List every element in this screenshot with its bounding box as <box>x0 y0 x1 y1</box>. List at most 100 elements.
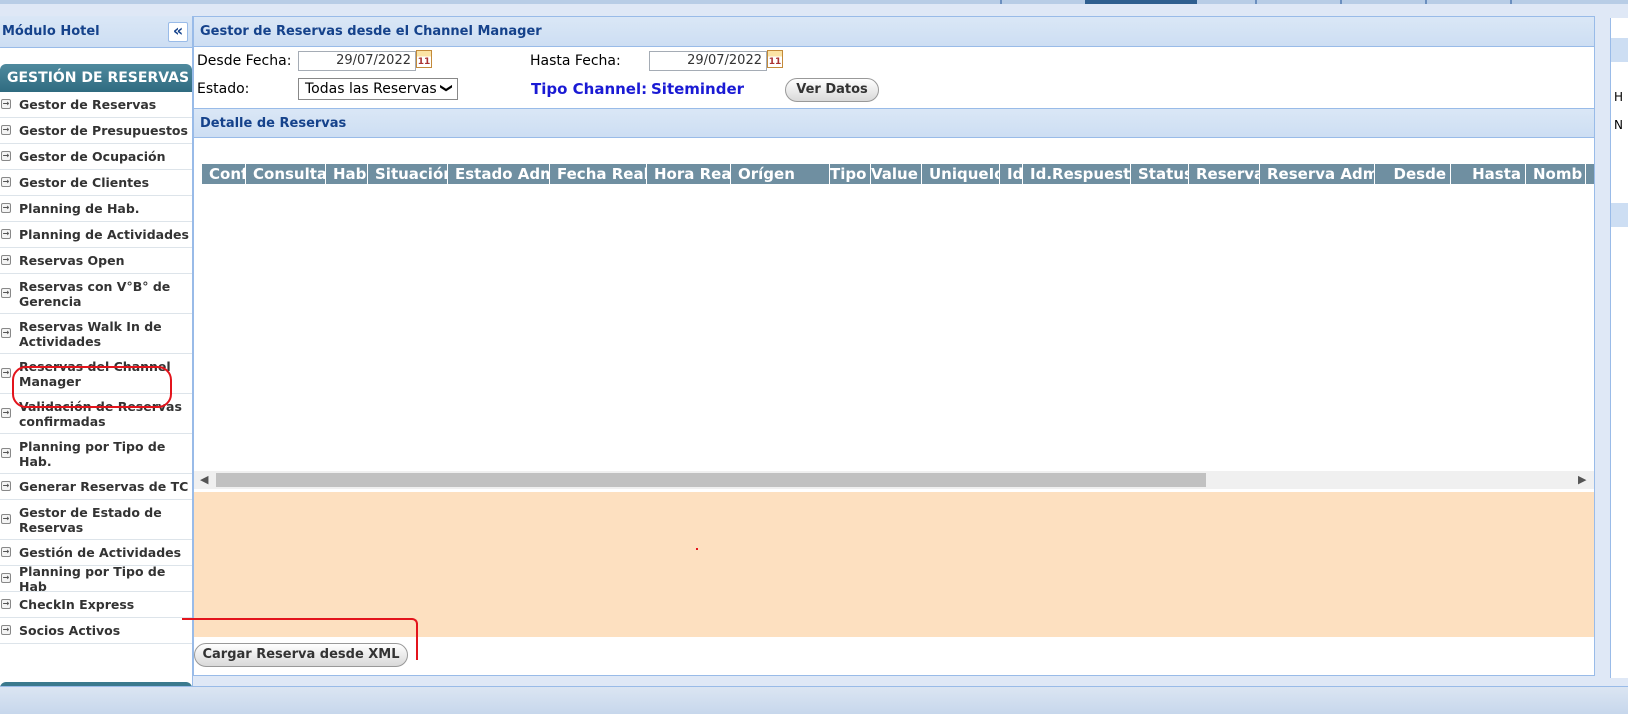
sidebar-item-label: Reservas del Channel Manager <box>19 358 171 389</box>
estado-select-value: Todas las Reservas <box>305 81 437 97</box>
tipo-channel-label: Tipo Channel: <box>531 80 648 98</box>
column-header[interactable]: Reserva Adm. <box>1260 164 1375 184</box>
sidebar-item-label: Socios Activos <box>19 623 121 638</box>
sidebar-item-label: Gestor de Reservas <box>19 97 157 112</box>
panel-header: Gestor de Reservas desde el Channel Mana… <box>194 17 1594 47</box>
calendar-icon[interactable]: 11 <box>767 50 783 68</box>
arrow-right-icon: → <box>1 546 11 557</box>
top-tab-divider <box>1340 0 1342 4</box>
detail-header: Detalle de Reservas <box>194 108 1594 138</box>
sidebar-item-label: Gestor de Ocupación <box>19 149 166 164</box>
sidebar-item-reservas-open[interactable]: → Reservas Open <box>0 248 192 274</box>
cargar-reserva-xml-button[interactable]: Cargar Reserva desde XML <box>194 643 408 667</box>
column-header[interactable]: Hora Real <box>647 164 731 184</box>
arrow-right-icon: → <box>1 98 11 109</box>
hasta-fecha-input[interactable]: 29/07/2022 <box>649 51 767 71</box>
sidebar-item-label: Planning de Hab. <box>19 201 140 216</box>
arrow-right-icon: → <box>1 447 11 458</box>
scroll-left-icon[interactable]: ◀ <box>200 473 208 486</box>
sidebar-item-planning-tipo-hab[interactable]: → Planning por Tipo de Hab. <box>0 434 192 474</box>
ver-datos-button[interactable]: Ver Datos <box>785 78 879 102</box>
sidebar-item-gestor-clientes[interactable]: → Gestor de Clientes <box>0 170 192 196</box>
right-panel-letter: N <box>1614 118 1623 132</box>
sidebar-item-validacion-reservas[interactable]: → Validación de Reservas confirmadas <box>0 394 192 434</box>
column-header[interactable]: Tipo <box>830 164 871 184</box>
estado-select[interactable]: Todas las Reservas ❯ <box>298 78 458 100</box>
column-header[interactable]: Nomb <box>1526 164 1586 184</box>
column-header[interactable]: Hasta <box>1451 164 1526 184</box>
sidebar-item-planning-tipo-hab-2[interactable]: → Planning por Tipo de Hab <box>0 563 192 594</box>
sidebar-item-gestor-ocupacion[interactable]: → Gestor de Ocupación <box>0 144 192 170</box>
sidebar-item-planning-hab[interactable]: → Planning de Hab. <box>0 196 192 222</box>
scrollbar-thumb[interactable] <box>216 473 1206 487</box>
sidebar-item-gestion-actividades[interactable]: → Gestión de Actividades <box>0 540 192 566</box>
estado-label: Estado: <box>197 81 250 97</box>
sidebar: Módulo Hotel « GESTIÓN DE RESERVAS → Gest… <box>0 16 193 686</box>
column-header[interactable]: Id <box>1000 164 1023 184</box>
arrow-right-icon: → <box>1 327 11 338</box>
red-dot <box>696 548 698 550</box>
column-header[interactable]: Conf <box>202 164 246 184</box>
column-header[interactable]: Fecha Real. <box>550 164 647 184</box>
top-tab-active[interactable] <box>1085 0 1197 4</box>
detail-title: Detalle de Reservas <box>200 116 347 131</box>
sidebar-item-label: CheckIn Express <box>19 597 135 612</box>
tipo-channel-value: Siteminder <box>651 80 745 98</box>
reservations-grid: Conf Consulta Hab. Situación Estado Adm … <box>194 138 1594 489</box>
sidebar-menu: → Gestor de Reservas → Gestor de Presupues… <box>0 92 192 644</box>
column-header[interactable]: Orígen <box>731 164 830 184</box>
xml-panel <box>194 492 1594 637</box>
sidebar-header: Módulo Hotel « <box>0 16 192 48</box>
desde-fecha-input[interactable]: 29/07/2022 <box>298 51 416 71</box>
sidebar-item-gestor-presupuestos[interactable]: → Gestor de Presupuestos <box>0 118 192 144</box>
arrow-right-icon: → <box>1 254 11 265</box>
grid-header-row: Conf Consulta Hab. Situación Estado Adm … <box>202 164 1594 184</box>
arrow-right-icon: → <box>1 287 11 298</box>
sidebar-item-socios-activos[interactable]: → Socios Activos <box>0 618 192 644</box>
top-tab-divider <box>1510 0 1512 4</box>
column-header[interactable]: Status <box>1131 164 1189 184</box>
column-header[interactable]: Situación <box>368 164 448 184</box>
column-header[interactable]: Consulta <box>246 164 326 184</box>
main-panel: Gestor de Reservas desde el Channel Mana… <box>193 16 1595 676</box>
sidebar-item-label: Gestor de Presupuestos <box>19 123 188 138</box>
scroll-right-icon[interactable]: ▶ <box>1578 473 1586 486</box>
sidebar-title: Módulo Hotel <box>2 24 100 39</box>
arrow-right-icon: → <box>1 124 11 135</box>
arrow-right-icon: → <box>1 572 11 583</box>
sidebar-item-gestor-reservas[interactable]: → Gestor de Reservas <box>0 92 192 118</box>
horizontal-scrollbar[interactable]: ◀ ▶ <box>194 471 1594 489</box>
desde-fecha-label: Desde Fecha: <box>197 53 292 69</box>
sidebar-item-label: Planning por Tipo de Hab. <box>19 438 166 469</box>
sidebar-item-label: Reservas con V°B° de Gerencia <box>19 278 171 309</box>
sidebar-item-generar-reservas-tc[interactable]: → Generar Reservas de TC <box>0 474 192 500</box>
column-header[interactable]: Id.Respuesta <box>1023 164 1131 184</box>
sidebar-item-reservas-vb-gerencia[interactable]: → Reservas con V°B° de Gerencia <box>0 274 192 314</box>
sidebar-item-label: Gestor de Estado de Reservas <box>19 504 162 535</box>
sidebar-item-planning-actividades[interactable]: → Planning de Actividades <box>0 222 192 248</box>
column-header[interactable]: UniqueId <box>922 164 1000 184</box>
column-header[interactable]: Reserva <box>1189 164 1260 184</box>
sidebar-item-checkin-express[interactable]: → CheckIn Express <box>0 592 192 618</box>
sidebar-item-gestor-estado-reservas[interactable]: → Gestor de Estado de Reservas <box>0 500 192 540</box>
column-header[interactable]: Hab. <box>326 164 368 184</box>
arrow-right-icon: → <box>1 624 11 635</box>
sidebar-item-label: Planning por Tipo de Hab <box>19 563 166 594</box>
chevron-down-icon: ❯ <box>439 82 454 94</box>
column-header[interactable]: Estado Adm <box>448 164 550 184</box>
sidebar-item-label: Validación de Reservas confirmadas <box>19 398 182 429</box>
section-gestion-reservas[interactable]: GESTIÓN DE RESERVAS <box>0 64 192 92</box>
column-header[interactable]: Value <box>871 164 922 184</box>
sidebar-item-reservas-channel-manager[interactable]: → Reservas del Channel Manager <box>0 354 192 394</box>
page-title: Gestor de Reservas desde el Channel Mana… <box>200 24 542 39</box>
sidebar-item-reservas-walk-in[interactable]: → Reservas Walk In de Actividades <box>0 314 192 354</box>
top-tab-divider <box>1425 0 1427 4</box>
calendar-icon[interactable]: 11 <box>416 50 432 68</box>
top-tab-divider <box>1255 0 1257 4</box>
sidebar-item-label: Generar Reservas de TC <box>19 479 189 494</box>
column-header[interactable]: Desde <box>1375 164 1451 184</box>
status-bar <box>0 686 1628 714</box>
arrow-right-icon: → <box>1 513 11 524</box>
hasta-fecha-label: Hasta Fecha: <box>530 53 621 69</box>
collapse-icon[interactable]: « <box>168 22 188 42</box>
